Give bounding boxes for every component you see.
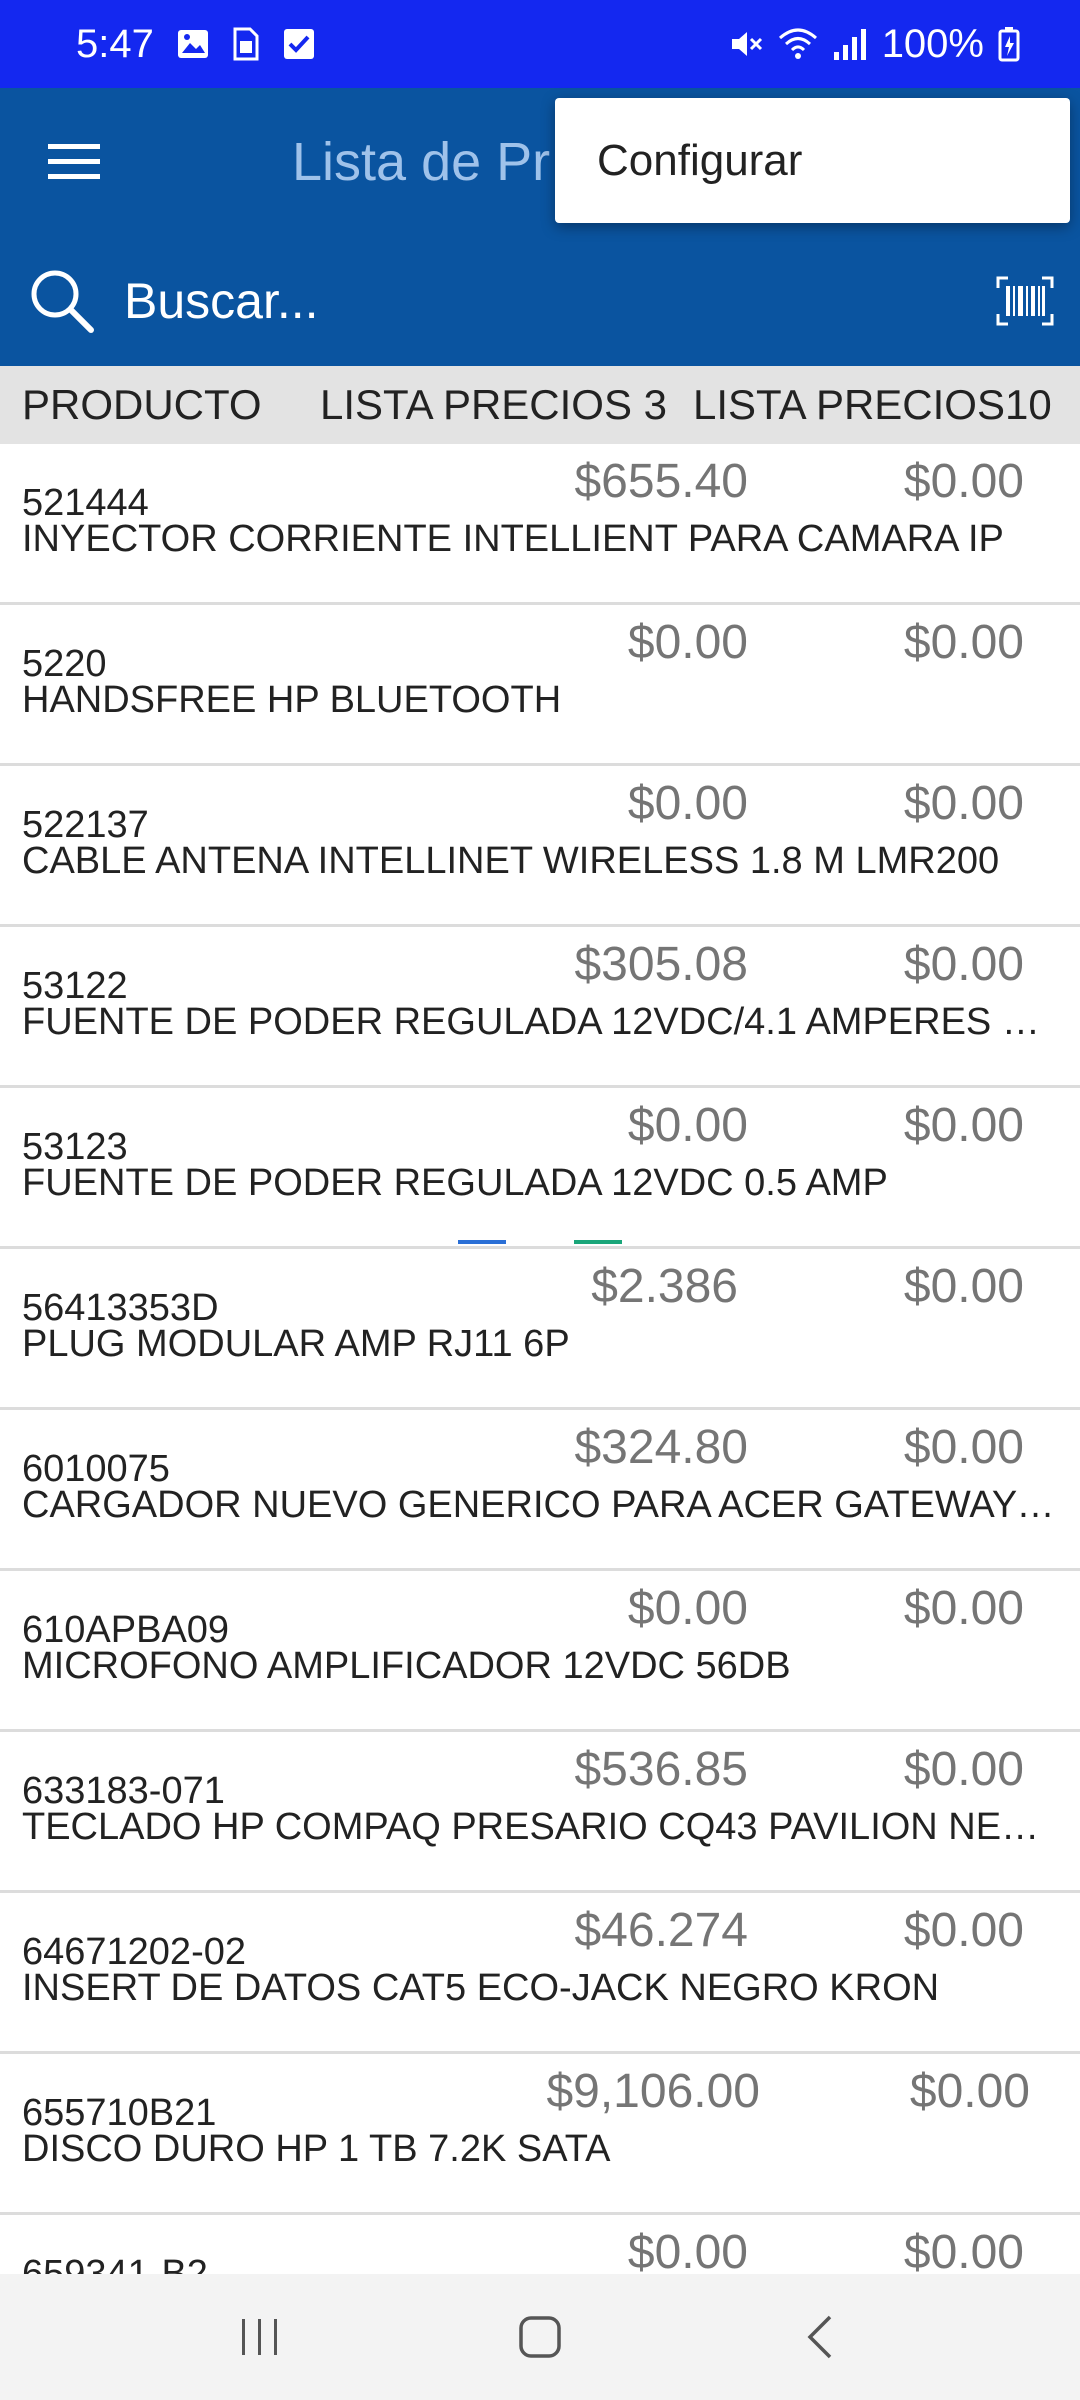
list-item[interactable]: 53123 $0.00 $0.00 FUENTE DE PODER REGULA… [0,1088,1080,1249]
product-description: CABLE ANTENA INTELLINET WIRELESS 1.8 M L… [22,840,1000,882]
list-item[interactable]: 521444 $655.40 $0.00 INYECTOR CORRIENTE … [0,444,1080,605]
menu-item-configurar[interactable]: Configurar [597,136,802,186]
price-list-3: $0.00 [627,777,748,830]
list-item[interactable]: 5220 $0.00 $0.00 HANDSFREE HP BLUETOOTH [0,605,1080,766]
list-item[interactable]: 655710B21 $9,106.00 $0.00 DISCO DURO HP … [0,2054,1080,2215]
search-input[interactable] [124,251,970,351]
price-list-3: $305.08 [574,938,748,991]
system-nav-bar [0,2274,1080,2400]
search-bar [0,236,1080,366]
price-list-3: $0.00 [627,616,748,669]
price-list-10: $0.00 [903,1904,1024,1957]
price-list-10: $0.00 [903,1099,1024,1152]
product-description: MICROFONO AMPLIFICADOR 12VDC 56DB [22,1645,791,1687]
price-list-3: $0.00 [627,2226,748,2274]
price-list-10: $0.00 [903,1421,1024,1474]
price-list-10: $0.00 [909,2065,1030,2118]
list-item[interactable]: 6010075 $324.80 $0.00 CARGADOR NUEVO GEN… [0,1410,1080,1571]
status-bar: 5:47 100% [0,0,1080,88]
price-list-3: $9,106.00 [546,2065,760,2118]
product-description: FUENTE DE PODER REGULADA 12VDC 0.5 AMP [22,1162,888,1204]
column-product[interactable]: PRODUCTO [22,366,262,444]
battery-percent: 100% [881,21,984,66]
column-list-3[interactable]: LISTA PRECIOS 3 [320,366,667,444]
battery-charging-icon [998,26,1020,62]
list-item[interactable]: 610APBA09 $0.00 $0.00 MICROFONO AMPLIFIC… [0,1571,1080,1732]
price-list-10: $0.00 [903,1260,1024,1313]
column-list-10[interactable]: LISTA PRECIOS10 [693,366,1052,444]
price-list-10: $0.00 [903,938,1024,991]
product-description: TECLADO HP COMPAQ PRESARIO CQ43 PAVILION… [22,1806,1062,1848]
status-left: 5:47 [76,22,316,67]
page-title: Lista de Pr [292,132,551,192]
overflow-menu: Configurar [555,98,1070,223]
product-description: INSERT DE DATOS CAT5 ECO-JACK NEGRO KRON [22,1967,940,2009]
product-description: HANDSFREE HP BLUETOOTH [22,679,562,721]
signal-icon [832,26,868,62]
list-item[interactable]: 53122 $305.08 $0.00 FUENTE DE PODER REGU… [0,927,1080,1088]
product-description: INYECTOR CORRIENTE INTELLIENT PARA CAMAR… [22,518,1004,560]
product-code: 659341-B2 [22,2253,208,2274]
product-description: PLUG MODULAR AMP RJ11 6P [22,1323,570,1365]
product-description: CARGADOR NUEVO GENERICO PARA ACER GATEWA… [22,1484,1062,1526]
price-list-10: $0.00 [903,777,1024,830]
price-list-10: $0.00 [903,455,1024,508]
scroll-indicator [458,1240,622,1244]
status-time: 5:47 [76,21,154,66]
sim-icon [232,26,260,62]
product-description: DISCO DURO HP 1 TB 7.2K SATA [22,2128,611,2170]
status-right: 100% [728,22,1020,67]
product-description: FUENTE DE PODER REGULADA 12VDC/4.1 AMPER… [22,1001,1062,1043]
price-list-3: $536.85 [574,1743,748,1796]
mute-icon [728,26,764,62]
gallery-icon [176,27,210,61]
list-item[interactable]: 64671202-02 $46.274 $0.00 INSERT DE DATO… [0,1893,1080,2054]
barcode-icon[interactable] [970,236,1080,366]
price-list-3: $655.40 [574,455,748,508]
list-item[interactable]: 522137 $0.00 $0.00 CABLE ANTENA INTELLIN… [0,766,1080,927]
wifi-icon [778,26,818,62]
price-list-10: $0.00 [903,616,1024,669]
price-list-3: $46.274 [574,1904,748,1957]
price-list-10: $0.00 [903,1582,1024,1635]
home-icon[interactable] [480,2287,600,2387]
price-list-3: $0.00 [627,1099,748,1152]
list-item[interactable]: 56413353D $2.386 $0.00 PLUG MODULAR AMP … [0,1249,1080,1410]
hamburger-icon[interactable] [0,88,148,236]
recents-icon[interactable] [200,2287,320,2387]
search-icon[interactable] [0,236,124,366]
column-header: PRODUCTO LISTA PRECIOS 3 LISTA PRECIOS10 [0,366,1080,444]
price-list-3: $0.00 [627,1582,748,1635]
price-list-3: $324.80 [574,1421,748,1474]
price-list-10: $0.00 [903,2226,1024,2274]
back-icon[interactable] [760,2287,880,2387]
checkbox-icon [282,27,316,61]
product-list[interactable]: 521444 $655.40 $0.00 INYECTOR CORRIENTE … [0,444,1080,2274]
price-list-3: $2.386 [591,1260,738,1313]
price-list-10: $0.00 [903,1743,1024,1796]
list-item[interactable]: 659341-B2 $0.00 $0.00 [0,2215,1080,2274]
list-item[interactable]: 633183-071 $536.85 $0.00 TECLADO HP COMP… [0,1732,1080,1893]
